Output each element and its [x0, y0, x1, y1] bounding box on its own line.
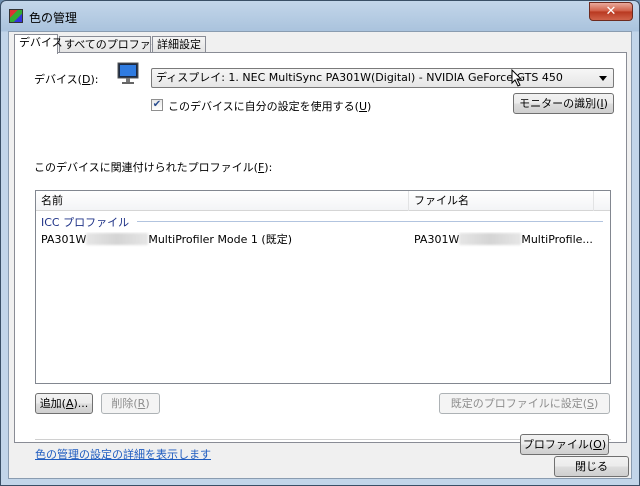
use-my-settings-label[interactable]: このデバイスに自分の設定を使用する(U) — [168, 98, 371, 114]
close-window-button[interactable]: ✕ — [589, 2, 633, 21]
chevron-down-icon — [599, 76, 607, 81]
device-dropdown[interactable]: ディスプレイ: 1. NEC MultiSync PA301W(Digital)… — [151, 68, 614, 88]
devices-panel: デバイス(D): ディスプレイ: 1. NEC MultiSync PA301W… — [14, 52, 627, 461]
redacted-region — [86, 233, 149, 245]
use-my-settings-checkbox[interactable]: ✔ — [151, 99, 163, 111]
color-settings-details-link[interactable]: 色の管理の設定の詳細を表示します — [35, 446, 211, 462]
device-label: デバイス(D): — [34, 73, 99, 86]
tab-all-profiles[interactable]: すべてのプロファイル — [59, 36, 173, 53]
window-title: 色の管理 — [29, 11, 78, 25]
redacted-region — [459, 233, 522, 245]
monitor-icon — [117, 62, 139, 84]
dialog-client-area: デバイス すべてのプロファイル 詳細設定 デバイス(D): ディスプレイ: 1.… — [8, 31, 632, 479]
mouse-pointer-icon — [511, 69, 523, 87]
column-header-filename[interactable]: ファイル名 — [409, 191, 594, 211]
close-button[interactable]: 閉じる — [554, 456, 629, 477]
profile-name-cell: PA301W MultiProfiler Mode 1 (既定) — [41, 233, 292, 246]
color-management-window: 色の管理 ✕ デバイス すべてのプロファイル 詳細設定 デバイス(D): ディス… — [0, 0, 640, 486]
add-button[interactable]: 追加(A)... — [35, 393, 93, 414]
identify-monitors-button[interactable]: モニターの識別(I) — [513, 93, 614, 114]
profiles-list[interactable]: 名前 ファイル名 ICC プロファイル PA301W MultiProfiler … — [35, 190, 611, 384]
set-default-profile-button[interactable]: 既定のプロファイルに設定(S) — [439, 393, 610, 414]
remove-button[interactable]: 削除(R) — [101, 393, 160, 414]
group-header-icc: ICC プロファイル — [41, 213, 603, 229]
table-row[interactable]: PA301W MultiProfiler Mode 1 (既定) PA301W Mu… — [36, 232, 610, 248]
group-header-label: ICC プロファイル — [41, 216, 130, 229]
title-bar[interactable]: 色の管理 ✕ — [1, 1, 639, 31]
profile-filename-cell: PA301W MultiProfile... — [414, 233, 593, 246]
color-management-icon — [9, 9, 23, 23]
profiles-label: このデバイスに関連付けられたプロファイル(F): — [34, 161, 273, 174]
column-header-name[interactable]: 名前 — [36, 191, 409, 211]
list-header: 名前 ファイル名 — [36, 191, 610, 211]
tab-devices[interactable]: デバイス — [14, 34, 63, 54]
profiles-button[interactable]: プロファイル(O) — [520, 434, 609, 455]
tab-advanced[interactable]: 詳細設定 — [152, 36, 206, 53]
group-header-line — [137, 221, 603, 222]
device-dropdown-value: ディスプレイ: 1. NEC MultiSync PA301W(Digital)… — [156, 71, 563, 84]
